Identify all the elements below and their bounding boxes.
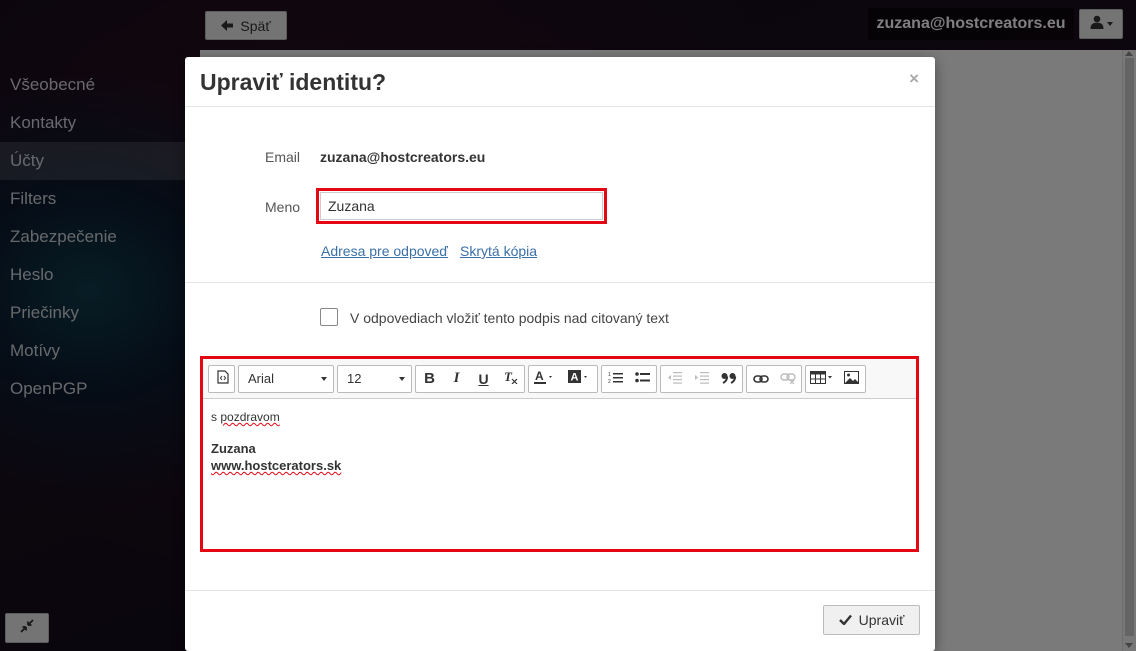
chevron-down-icon <box>321 376 327 381</box>
bcc-link[interactable]: Skrytá kópia <box>460 243 537 259</box>
quote-icon <box>721 371 737 387</box>
table-icon <box>810 370 834 387</box>
insert-group <box>805 364 866 393</box>
signature-website: www.hostcerators.sk <box>211 458 342 473</box>
signature-above-label: V odpovediach vložiť tento podpis nad ci… <box>350 310 669 326</box>
name-input[interactable] <box>320 192 603 220</box>
document-code-icon <box>216 370 229 387</box>
email-value: zuzana@hostcreators.eu <box>320 149 486 165</box>
background-color-icon: A <box>568 370 592 387</box>
insert-table-button[interactable] <box>806 366 838 392</box>
background-color-button[interactable]: A <box>563 366 597 392</box>
numbered-list-icon: 12 <box>608 371 623 387</box>
text-color-button[interactable]: A <box>529 366 563 392</box>
svg-text:A: A <box>571 372 579 384</box>
bold-icon: B <box>424 370 435 387</box>
indent-group <box>660 364 743 393</box>
indent-button[interactable] <box>688 366 715 392</box>
dialog-title: Upraviť identitu? <box>200 69 387 95</box>
signature-above-checkbox[interactable] <box>320 308 338 326</box>
clear-format-icon: T <box>503 369 518 387</box>
divider <box>185 282 935 283</box>
insert-image-button[interactable] <box>838 366 865 392</box>
signature-name: Zuzana <box>211 441 256 456</box>
signature-text-area[interactable]: s pozdravom Zuzana www.hostcerators.sk <box>203 399 916 485</box>
text-color-icon: A <box>534 369 558 387</box>
numbered-list-button[interactable]: 12 <box>602 366 629 392</box>
unlink-icon <box>779 371 796 387</box>
list-group: 12 <box>601 364 657 393</box>
editor-toolbar: Arial 12 B I U T A A 1 2 <box>203 359 916 399</box>
chevron-down-icon <box>399 376 405 381</box>
name-field-highlight <box>316 188 607 224</box>
name-label: Meno <box>265 199 301 215</box>
image-icon <box>844 370 859 387</box>
italic-button[interactable]: I <box>443 366 470 392</box>
bullet-list-button[interactable] <box>629 366 656 392</box>
close-icon[interactable]: × <box>909 69 919 89</box>
italic-icon: I <box>453 370 460 386</box>
font-size-select[interactable]: 12 <box>337 364 412 393</box>
signature-greeting: s pozdravom <box>211 409 908 425</box>
greeting-word: pozdravom <box>220 410 280 424</box>
clear-format-button[interactable]: T <box>497 366 524 392</box>
bold-button[interactable]: B <box>416 366 443 392</box>
source-code-group <box>208 364 236 393</box>
unlink-button[interactable] <box>774 366 801 392</box>
underline-button[interactable]: U <box>470 366 497 392</box>
divider <box>185 106 935 107</box>
svg-text:2: 2 <box>608 379 611 384</box>
blockquote-button[interactable] <box>715 366 742 392</box>
font-family-select[interactable]: Arial <box>238 364 334 393</box>
link-icon <box>752 371 769 387</box>
submit-button-label: Upraviť <box>858 612 905 628</box>
bullet-list-icon <box>635 371 650 387</box>
email-label: Email <box>265 149 301 165</box>
edit-identity-dialog: Upraviť identitu? × Email zuzana@hostcre… <box>185 57 935 651</box>
outdent-icon <box>667 371 682 387</box>
source-code-button[interactable] <box>209 366 236 392</box>
underline-icon: U <box>478 370 489 387</box>
font-family-value: Arial <box>248 371 275 386</box>
font-size-value: 12 <box>347 371 362 386</box>
svg-text:T: T <box>504 370 513 384</box>
link-group <box>746 364 802 393</box>
outdent-button[interactable] <box>661 366 688 392</box>
color-group: A A <box>528 364 598 393</box>
insert-link-button[interactable] <box>747 366 774 392</box>
indent-icon <box>694 371 709 387</box>
reply-to-link[interactable]: Adresa pre odpoveď <box>321 243 448 259</box>
checkmark-icon <box>838 612 852 628</box>
text-format-group: B I U T <box>415 364 525 393</box>
signature-editor: Arial 12 B I U T A A 1 2 s pozdravom Zuz… <box>200 356 919 552</box>
svg-text:A: A <box>535 370 544 383</box>
svg-text:1: 1 <box>608 372 611 378</box>
divider <box>185 590 935 591</box>
greeting-prefix: s <box>211 410 221 424</box>
submit-button[interactable]: Upraviť <box>823 605 920 635</box>
